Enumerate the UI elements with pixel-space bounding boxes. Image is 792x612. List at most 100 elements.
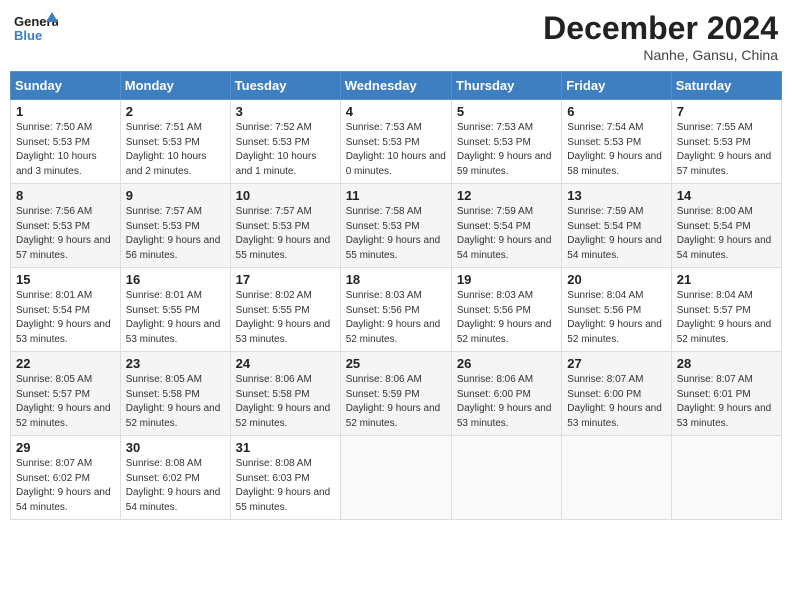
day-cell: 12 Sunrise: 7:59 AMSunset: 5:54 PMDaylig… (451, 184, 561, 268)
day-info: Sunrise: 7:53 AMSunset: 5:53 PMDaylight:… (346, 122, 446, 177)
day-cell: 9 Sunrise: 7:57 AMSunset: 5:53 PMDayligh… (120, 184, 230, 268)
day-cell: 16 Sunrise: 8:01 AMSunset: 5:55 PMDaylig… (120, 268, 230, 352)
day-number: 16 (126, 272, 225, 287)
day-info: Sunrise: 8:02 AMSunset: 5:55 PMDaylight:… (236, 290, 331, 345)
day-cell: 4 Sunrise: 7:53 AMSunset: 5:53 PMDayligh… (340, 100, 451, 184)
day-cell (451, 436, 561, 520)
day-info: Sunrise: 8:06 AMSunset: 5:58 PMDaylight:… (236, 374, 331, 429)
day-info: Sunrise: 7:51 AMSunset: 5:53 PMDaylight:… (126, 122, 207, 177)
day-cell: 8 Sunrise: 7:56 AMSunset: 5:53 PMDayligh… (11, 184, 121, 268)
day-number: 27 (567, 356, 665, 371)
page-header: General Blue December 2024 Nanhe, Gansu,… (10, 10, 782, 63)
weekday-tuesday: Tuesday (230, 72, 340, 100)
day-cell: 5 Sunrise: 7:53 AMSunset: 5:53 PMDayligh… (451, 100, 561, 184)
day-cell: 28 Sunrise: 8:07 AMSunset: 6:01 PMDaylig… (671, 352, 781, 436)
day-cell: 18 Sunrise: 8:03 AMSunset: 5:56 PMDaylig… (340, 268, 451, 352)
day-info: Sunrise: 8:07 AMSunset: 6:01 PMDaylight:… (677, 374, 772, 429)
day-info: Sunrise: 8:05 AMSunset: 5:58 PMDaylight:… (126, 374, 221, 429)
day-info: Sunrise: 7:59 AMSunset: 5:54 PMDaylight:… (457, 206, 552, 261)
day-number: 19 (457, 272, 556, 287)
day-number: 25 (346, 356, 446, 371)
weekday-saturday: Saturday (671, 72, 781, 100)
day-number: 1 (16, 104, 115, 119)
day-cell: 6 Sunrise: 7:54 AMSunset: 5:53 PMDayligh… (562, 100, 671, 184)
day-cell: 13 Sunrise: 7:59 AMSunset: 5:54 PMDaylig… (562, 184, 671, 268)
day-cell: 26 Sunrise: 8:06 AMSunset: 6:00 PMDaylig… (451, 352, 561, 436)
weekday-sunday: Sunday (11, 72, 121, 100)
day-number: 17 (236, 272, 335, 287)
week-row-5: 29 Sunrise: 8:07 AMSunset: 6:02 PMDaylig… (11, 436, 782, 520)
day-info: Sunrise: 8:08 AMSunset: 6:02 PMDaylight:… (126, 458, 221, 513)
day-number: 6 (567, 104, 665, 119)
day-cell: 1 Sunrise: 7:50 AMSunset: 5:53 PMDayligh… (11, 100, 121, 184)
day-cell: 20 Sunrise: 8:04 AMSunset: 5:56 PMDaylig… (562, 268, 671, 352)
day-cell: 27 Sunrise: 8:07 AMSunset: 6:00 PMDaylig… (562, 352, 671, 436)
day-number: 11 (346, 188, 446, 203)
day-cell (562, 436, 671, 520)
day-number: 18 (346, 272, 446, 287)
day-number: 20 (567, 272, 665, 287)
day-number: 5 (457, 104, 556, 119)
day-cell: 29 Sunrise: 8:07 AMSunset: 6:02 PMDaylig… (11, 436, 121, 520)
day-number: 24 (236, 356, 335, 371)
day-cell: 31 Sunrise: 8:08 AMSunset: 6:03 PMDaylig… (230, 436, 340, 520)
day-number: 26 (457, 356, 556, 371)
weekday-header-row: SundayMondayTuesdayWednesdayThursdayFrid… (11, 72, 782, 100)
day-cell: 2 Sunrise: 7:51 AMSunset: 5:53 PMDayligh… (120, 100, 230, 184)
day-number: 2 (126, 104, 225, 119)
day-info: Sunrise: 8:04 AMSunset: 5:56 PMDaylight:… (567, 290, 662, 345)
day-number: 15 (16, 272, 115, 287)
day-number: 9 (126, 188, 225, 203)
day-info: Sunrise: 7:55 AMSunset: 5:53 PMDaylight:… (677, 122, 772, 177)
day-number: 22 (16, 356, 115, 371)
day-info: Sunrise: 8:01 AMSunset: 5:54 PMDaylight:… (16, 290, 111, 345)
day-number: 3 (236, 104, 335, 119)
location: Nanhe, Gansu, China (543, 47, 778, 63)
day-number: 31 (236, 440, 335, 455)
day-info: Sunrise: 7:57 AMSunset: 5:53 PMDaylight:… (236, 206, 331, 261)
day-info: Sunrise: 7:53 AMSunset: 5:53 PMDaylight:… (457, 122, 552, 177)
day-number: 10 (236, 188, 335, 203)
logo: General Blue (14, 10, 60, 46)
day-cell: 23 Sunrise: 8:05 AMSunset: 5:58 PMDaylig… (120, 352, 230, 436)
day-cell: 11 Sunrise: 7:58 AMSunset: 5:53 PMDaylig… (340, 184, 451, 268)
calendar-table: SundayMondayTuesdayWednesdayThursdayFrid… (10, 71, 782, 520)
week-row-1: 1 Sunrise: 7:50 AMSunset: 5:53 PMDayligh… (11, 100, 782, 184)
weekday-monday: Monday (120, 72, 230, 100)
day-info: Sunrise: 8:04 AMSunset: 5:57 PMDaylight:… (677, 290, 772, 345)
day-info: Sunrise: 8:03 AMSunset: 5:56 PMDaylight:… (457, 290, 552, 345)
day-number: 30 (126, 440, 225, 455)
day-cell: 22 Sunrise: 8:05 AMSunset: 5:57 PMDaylig… (11, 352, 121, 436)
day-number: 7 (677, 104, 776, 119)
day-cell: 25 Sunrise: 8:06 AMSunset: 5:59 PMDaylig… (340, 352, 451, 436)
weekday-thursday: Thursday (451, 72, 561, 100)
weekday-wednesday: Wednesday (340, 72, 451, 100)
day-cell: 14 Sunrise: 8:00 AMSunset: 5:54 PMDaylig… (671, 184, 781, 268)
day-number: 28 (677, 356, 776, 371)
day-cell: 30 Sunrise: 8:08 AMSunset: 6:02 PMDaylig… (120, 436, 230, 520)
day-info: Sunrise: 7:59 AMSunset: 5:54 PMDaylight:… (567, 206, 662, 261)
day-cell (671, 436, 781, 520)
month-title: December 2024 (543, 10, 778, 47)
day-cell: 19 Sunrise: 8:03 AMSunset: 5:56 PMDaylig… (451, 268, 561, 352)
day-info: Sunrise: 7:54 AMSunset: 5:53 PMDaylight:… (567, 122, 662, 177)
day-info: Sunrise: 7:50 AMSunset: 5:53 PMDaylight:… (16, 122, 97, 177)
day-number: 29 (16, 440, 115, 455)
day-cell: 15 Sunrise: 8:01 AMSunset: 5:54 PMDaylig… (11, 268, 121, 352)
day-info: Sunrise: 8:06 AMSunset: 5:59 PMDaylight:… (346, 374, 441, 429)
day-info: Sunrise: 8:07 AMSunset: 6:02 PMDaylight:… (16, 458, 111, 513)
day-number: 4 (346, 104, 446, 119)
day-cell: 7 Sunrise: 7:55 AMSunset: 5:53 PMDayligh… (671, 100, 781, 184)
day-number: 14 (677, 188, 776, 203)
day-info: Sunrise: 7:56 AMSunset: 5:53 PMDaylight:… (16, 206, 111, 261)
logo-icon: General Blue (14, 10, 58, 46)
day-info: Sunrise: 8:05 AMSunset: 5:57 PMDaylight:… (16, 374, 111, 429)
week-row-3: 15 Sunrise: 8:01 AMSunset: 5:54 PMDaylig… (11, 268, 782, 352)
day-info: Sunrise: 8:08 AMSunset: 6:03 PMDaylight:… (236, 458, 331, 513)
day-info: Sunrise: 8:07 AMSunset: 6:00 PMDaylight:… (567, 374, 662, 429)
week-row-2: 8 Sunrise: 7:56 AMSunset: 5:53 PMDayligh… (11, 184, 782, 268)
weekday-friday: Friday (562, 72, 671, 100)
day-info: Sunrise: 7:57 AMSunset: 5:53 PMDaylight:… (126, 206, 221, 261)
day-number: 13 (567, 188, 665, 203)
day-number: 21 (677, 272, 776, 287)
